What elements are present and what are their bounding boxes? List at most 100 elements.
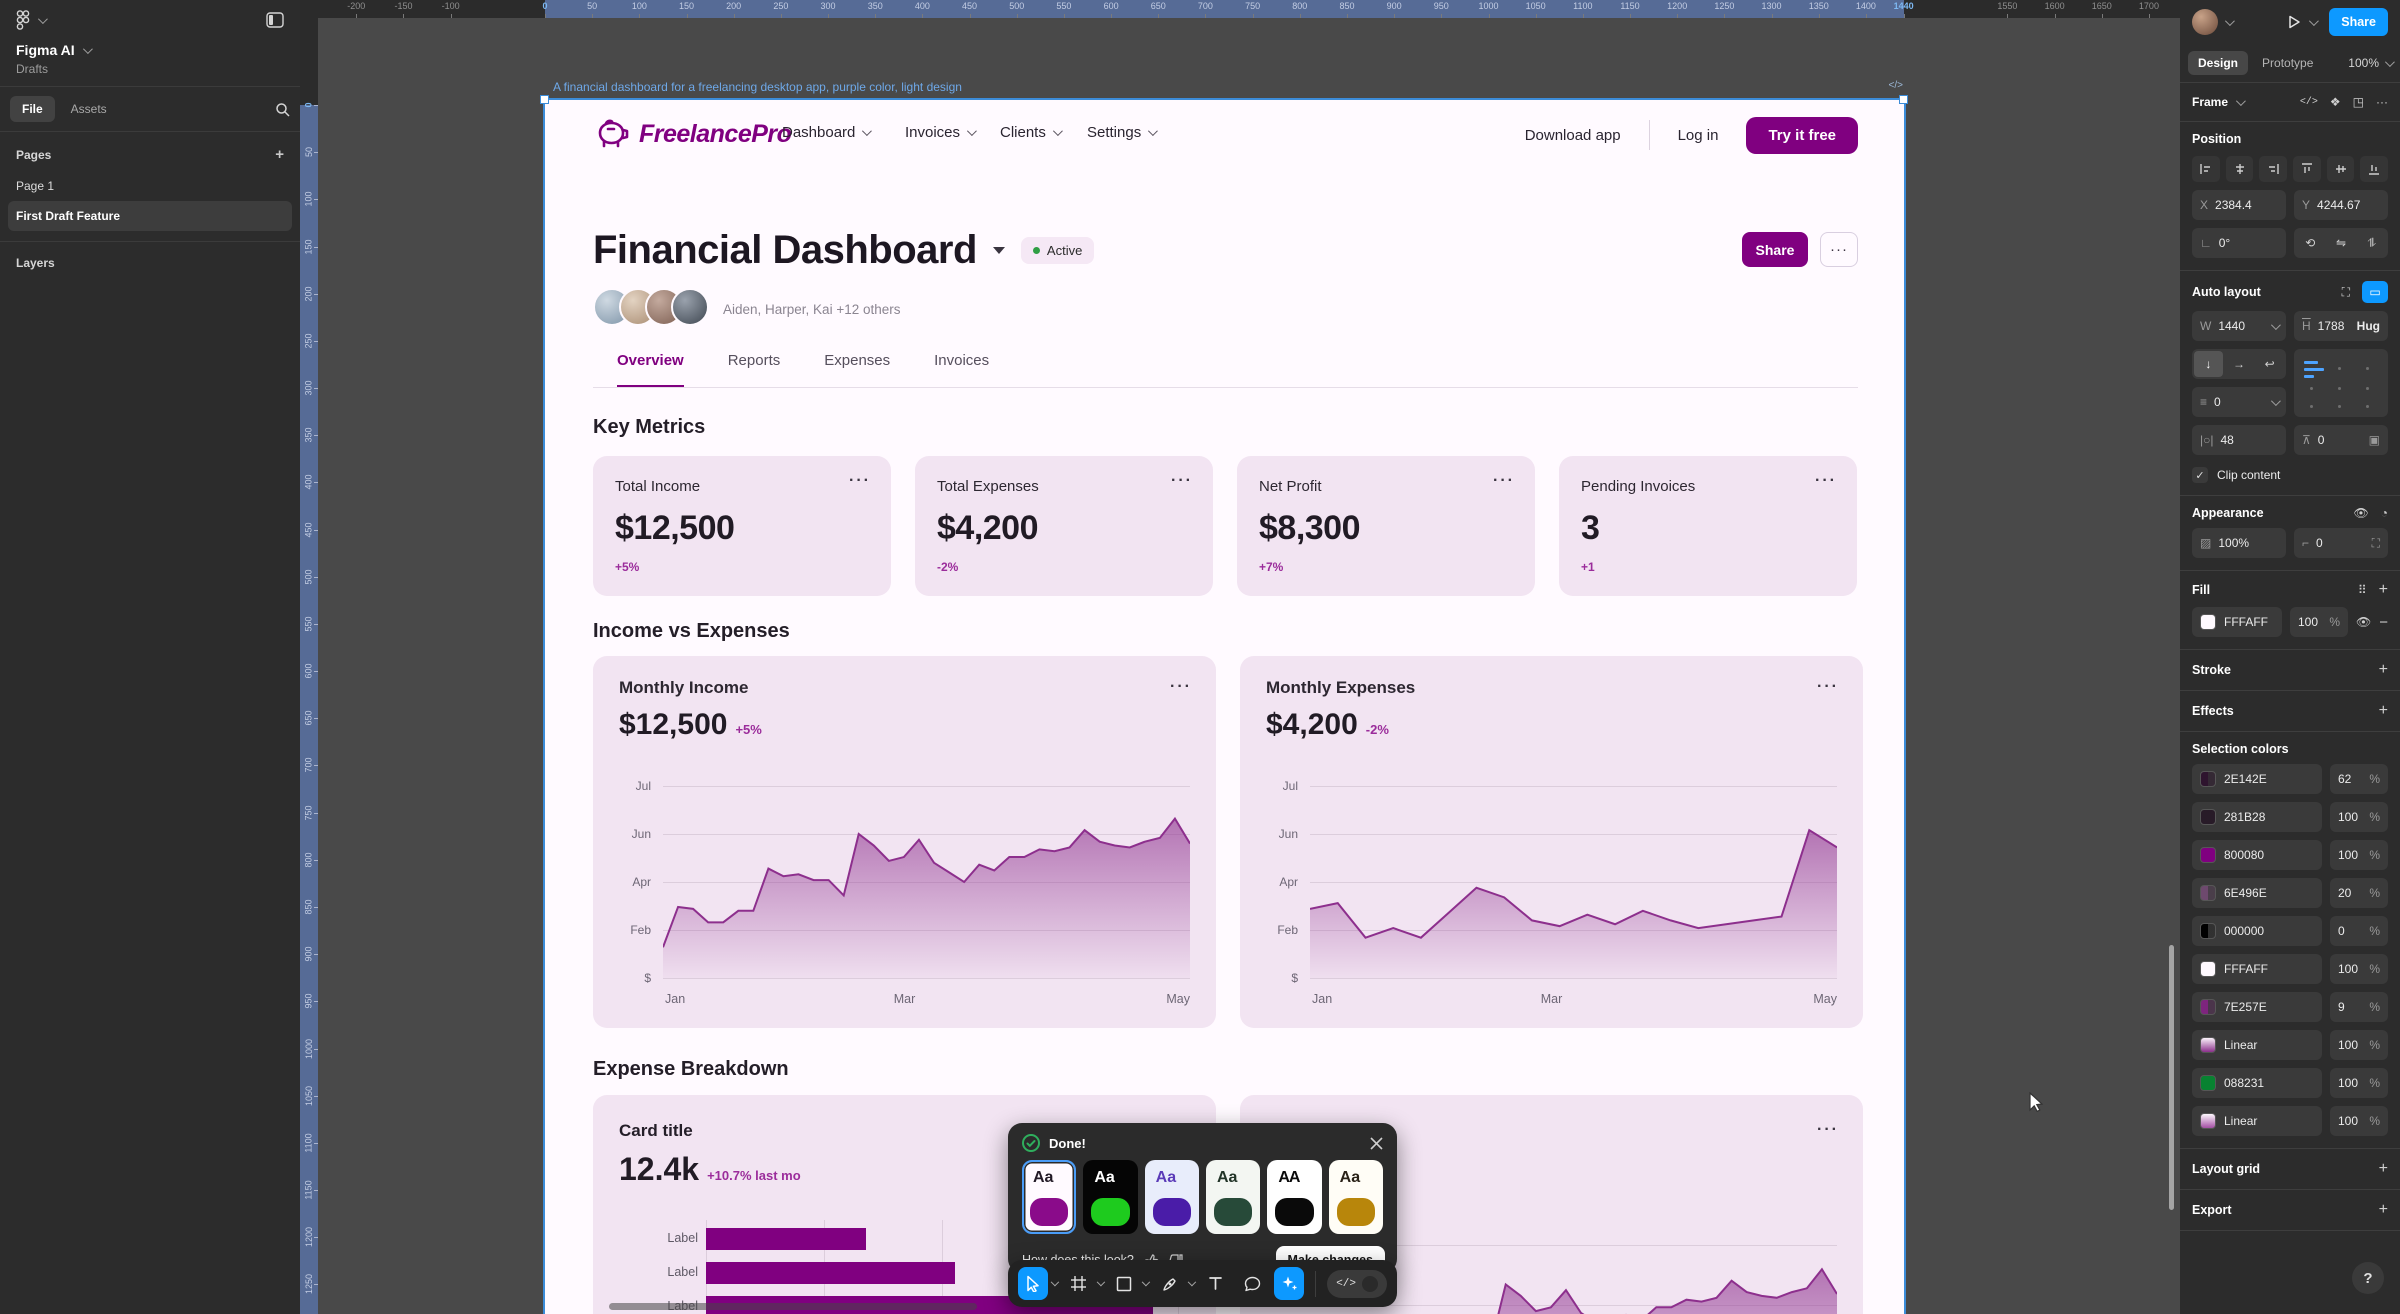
add-effect-icon[interactable]: + (2379, 702, 2388, 720)
download-app-link[interactable]: Download app (1525, 127, 1621, 144)
visibility-eye-icon[interactable]: 👁 (2354, 506, 2369, 520)
theme-swatch-1[interactable]: Aa (1022, 1160, 1077, 1234)
fill-opacity-field[interactable]: 100% (2290, 607, 2348, 637)
selection-color-field[interactable]: 2E142E (2192, 764, 2322, 794)
layout-vertical-icon[interactable]: ↓ (2194, 351, 2223, 377)
rotate-icon[interactable]: ⟲ (2296, 230, 2325, 256)
nav-item-dashboard[interactable]: Dashboard (782, 124, 873, 141)
search-icon[interactable] (275, 102, 290, 117)
brand-logo[interactable]: FreelancePro (593, 116, 792, 152)
metric-card-net-profit[interactable]: Net Profit ··· $8,300 +7% (1237, 456, 1535, 596)
user-avatar[interactable] (2192, 9, 2218, 35)
theme-swatch-6[interactable]: Aa (1328, 1160, 1383, 1234)
color-swatch[interactable] (2200, 961, 2216, 977)
card-menu-icon[interactable]: ··· (1815, 472, 1837, 490)
metric-card-total-expenses[interactable]: Total Expenses ··· $4,200 -2% (915, 456, 1213, 596)
color-swatch[interactable] (2200, 809, 2216, 825)
comment-tool[interactable] (1237, 1267, 1267, 1300)
selected-element-type[interactable]: Frame (2192, 95, 2246, 109)
selection-color-field[interactable]: Linear (2192, 1030, 2322, 1060)
theme-swatch-4[interactable]: Aa (1205, 1160, 1261, 1234)
share-button[interactable]: Share (2329, 8, 2388, 36)
selection-color-opacity[interactable]: 100% (2330, 1068, 2388, 1098)
card-menu-icon[interactable]: ··· (849, 472, 871, 490)
selection-handle[interactable] (1899, 95, 1908, 104)
color-swatch[interactable] (2200, 614, 2216, 630)
color-swatch[interactable] (2200, 771, 2216, 787)
selection-color-field[interactable]: 6E496E (2192, 878, 2322, 908)
theme-swatch-3[interactable]: Aa (1144, 1160, 1199, 1234)
vertical-padding-field[interactable]: ⊼ 0 ▣ (2294, 425, 2388, 455)
sidebar-item-first-draft-feature[interactable]: First Draft Feature (8, 201, 292, 231)
tab-file[interactable]: File (10, 96, 55, 122)
selection-color-opacity[interactable]: 62% (2330, 764, 2388, 794)
more-button[interactable]: ··· (1820, 232, 1858, 267)
visibility-eye-icon[interactable]: 👁 (2356, 615, 2371, 629)
ai-tool[interactable] (1274, 1267, 1305, 1300)
present-play-icon[interactable] (2286, 14, 2302, 30)
design-tab-overview[interactable]: Overview (617, 352, 684, 388)
avatar[interactable] (671, 288, 709, 326)
auto-layout-active-icon[interactable]: ▭ (2362, 281, 2388, 303)
zoom-level[interactable]: 100% (2348, 56, 2395, 70)
nav-item-settings[interactable]: Settings (1087, 124, 1159, 141)
selection-color-field[interactable]: 7E257E (2192, 992, 2322, 1022)
height-field[interactable]: H 1788 Hug (2294, 311, 2388, 341)
selection-color-opacity[interactable]: 100% (2330, 954, 2388, 984)
y-position-field[interactable]: Y 4244.67 (2294, 190, 2388, 220)
help-button[interactable]: ? (2352, 1262, 2384, 1294)
chevron-down-icon[interactable] (1187, 1277, 1196, 1287)
tab-assets[interactable]: Assets (59, 96, 119, 122)
selection-color-field[interactable]: 088231 (2192, 1068, 2322, 1098)
width-field[interactable]: W 1440 (2192, 311, 2286, 341)
metric-card-pending-invoices[interactable]: Pending Invoices ··· 3 +1 (1559, 456, 1857, 596)
design-tab-invoices[interactable]: Invoices (934, 352, 989, 388)
blend-drop-icon[interactable]: ◔ (2381, 506, 2388, 520)
align-left-icon[interactable] (2192, 156, 2220, 182)
canvas[interactable]: -200 -150 -100 0 50 100 150 200 250 300 350 400 450 5… (300, 0, 2180, 1314)
styles-icon[interactable]: ◳ (2353, 95, 2364, 109)
selection-color-field[interactable]: 800080 (2192, 840, 2322, 870)
nav-item-clients[interactable]: Clients (1000, 124, 1063, 141)
individual-padding-icon[interactable]: ▣ (2369, 433, 2380, 447)
chevron-down-icon[interactable] (2224, 15, 2235, 26)
align-bottom-icon[interactable] (2360, 156, 2389, 182)
alignment-matrix[interactable] (2294, 349, 2388, 417)
design-tab-expenses[interactable]: Expenses (824, 352, 890, 388)
color-swatch[interactable] (2200, 1075, 2216, 1091)
theme-swatch-5[interactable]: AA (1267, 1160, 1322, 1234)
add-stroke-icon[interactable]: + (2379, 661, 2388, 679)
color-swatch[interactable] (2200, 923, 2216, 939)
horizontal-padding-field[interactable]: |○| 48 (2192, 425, 2286, 455)
selection-color-opacity[interactable]: 20% (2330, 878, 2388, 908)
toggle-sidebar-icon[interactable] (266, 12, 284, 28)
align-center-v-icon[interactable] (2326, 156, 2355, 182)
add-fill-icon[interactable]: + (2379, 581, 2388, 599)
more-options-icon[interactable]: ··· (2376, 95, 2388, 109)
close-icon[interactable] (1370, 1136, 1383, 1150)
chevron-down-icon[interactable] (1096, 1277, 1105, 1287)
color-swatch[interactable] (2200, 847, 2216, 863)
add-export-icon[interactable]: + (2379, 1201, 2388, 1219)
frame-ai-prompt-label[interactable]: A financial dashboard for a freelancing … (553, 80, 1903, 94)
add-layout-grid-icon[interactable]: + (2379, 1160, 2388, 1178)
color-swatch[interactable] (2200, 999, 2216, 1015)
selection-color-opacity[interactable]: 100% (2330, 1106, 2388, 1136)
selection-handle[interactable] (540, 95, 549, 104)
monthly-expenses-card[interactable]: Monthly Expenses ··· $4,200 -2% Jul Jun Apr Feb… (1240, 656, 1863, 1028)
card-menu-icon[interactable]: ··· (1171, 472, 1193, 490)
selection-color-field[interactable]: 000000 (2192, 916, 2322, 946)
gap-field[interactable]: ≡ 0 (2192, 387, 2286, 417)
text-tool[interactable] (1200, 1267, 1230, 1300)
shape-tool[interactable] (1109, 1267, 1139, 1300)
try-it-free-button[interactable]: Try it free (1746, 116, 1858, 154)
nav-item-invoices[interactable]: Invoices (905, 124, 977, 141)
chevron-down-icon[interactable] (1141, 1277, 1150, 1287)
chevron-down-icon[interactable] (1050, 1277, 1059, 1287)
flip-horizontal-icon[interactable]: ⇋ (2327, 230, 2356, 256)
frame-tool[interactable] (1064, 1267, 1094, 1300)
opacity-field[interactable]: ▨ 100% (2192, 528, 2286, 558)
corner-radius-field[interactable]: ⌐ 0 ⛶ (2294, 528, 2388, 558)
canvas-horizontal-scrollbar[interactable] (609, 1303, 977, 1310)
align-right-icon[interactable] (2259, 156, 2288, 182)
